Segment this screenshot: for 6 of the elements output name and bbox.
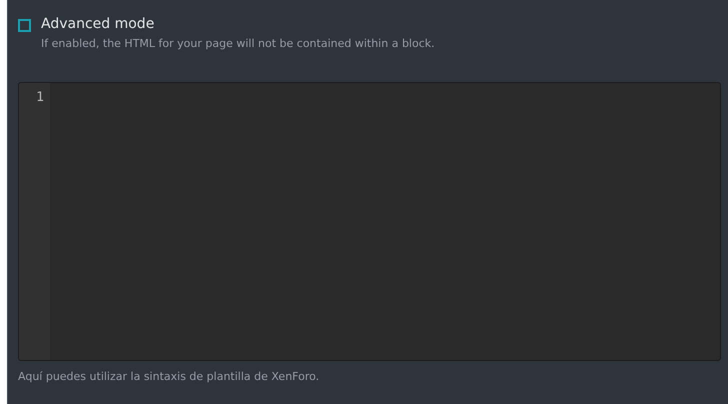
line-number: 1 bbox=[36, 90, 44, 105]
editor-hint: Aquí puedes utilizar la sintaxis de plantilla de XenForo. bbox=[18, 370, 320, 383]
checkbox-label[interactable]: Advanced mode bbox=[41, 16, 435, 32]
checkbox[interactable] bbox=[18, 19, 31, 32]
code-editor[interactable]: 1 bbox=[18, 82, 721, 361]
option-hint: If enabled, the HTML for your page will not be contained within a block. bbox=[41, 37, 435, 50]
